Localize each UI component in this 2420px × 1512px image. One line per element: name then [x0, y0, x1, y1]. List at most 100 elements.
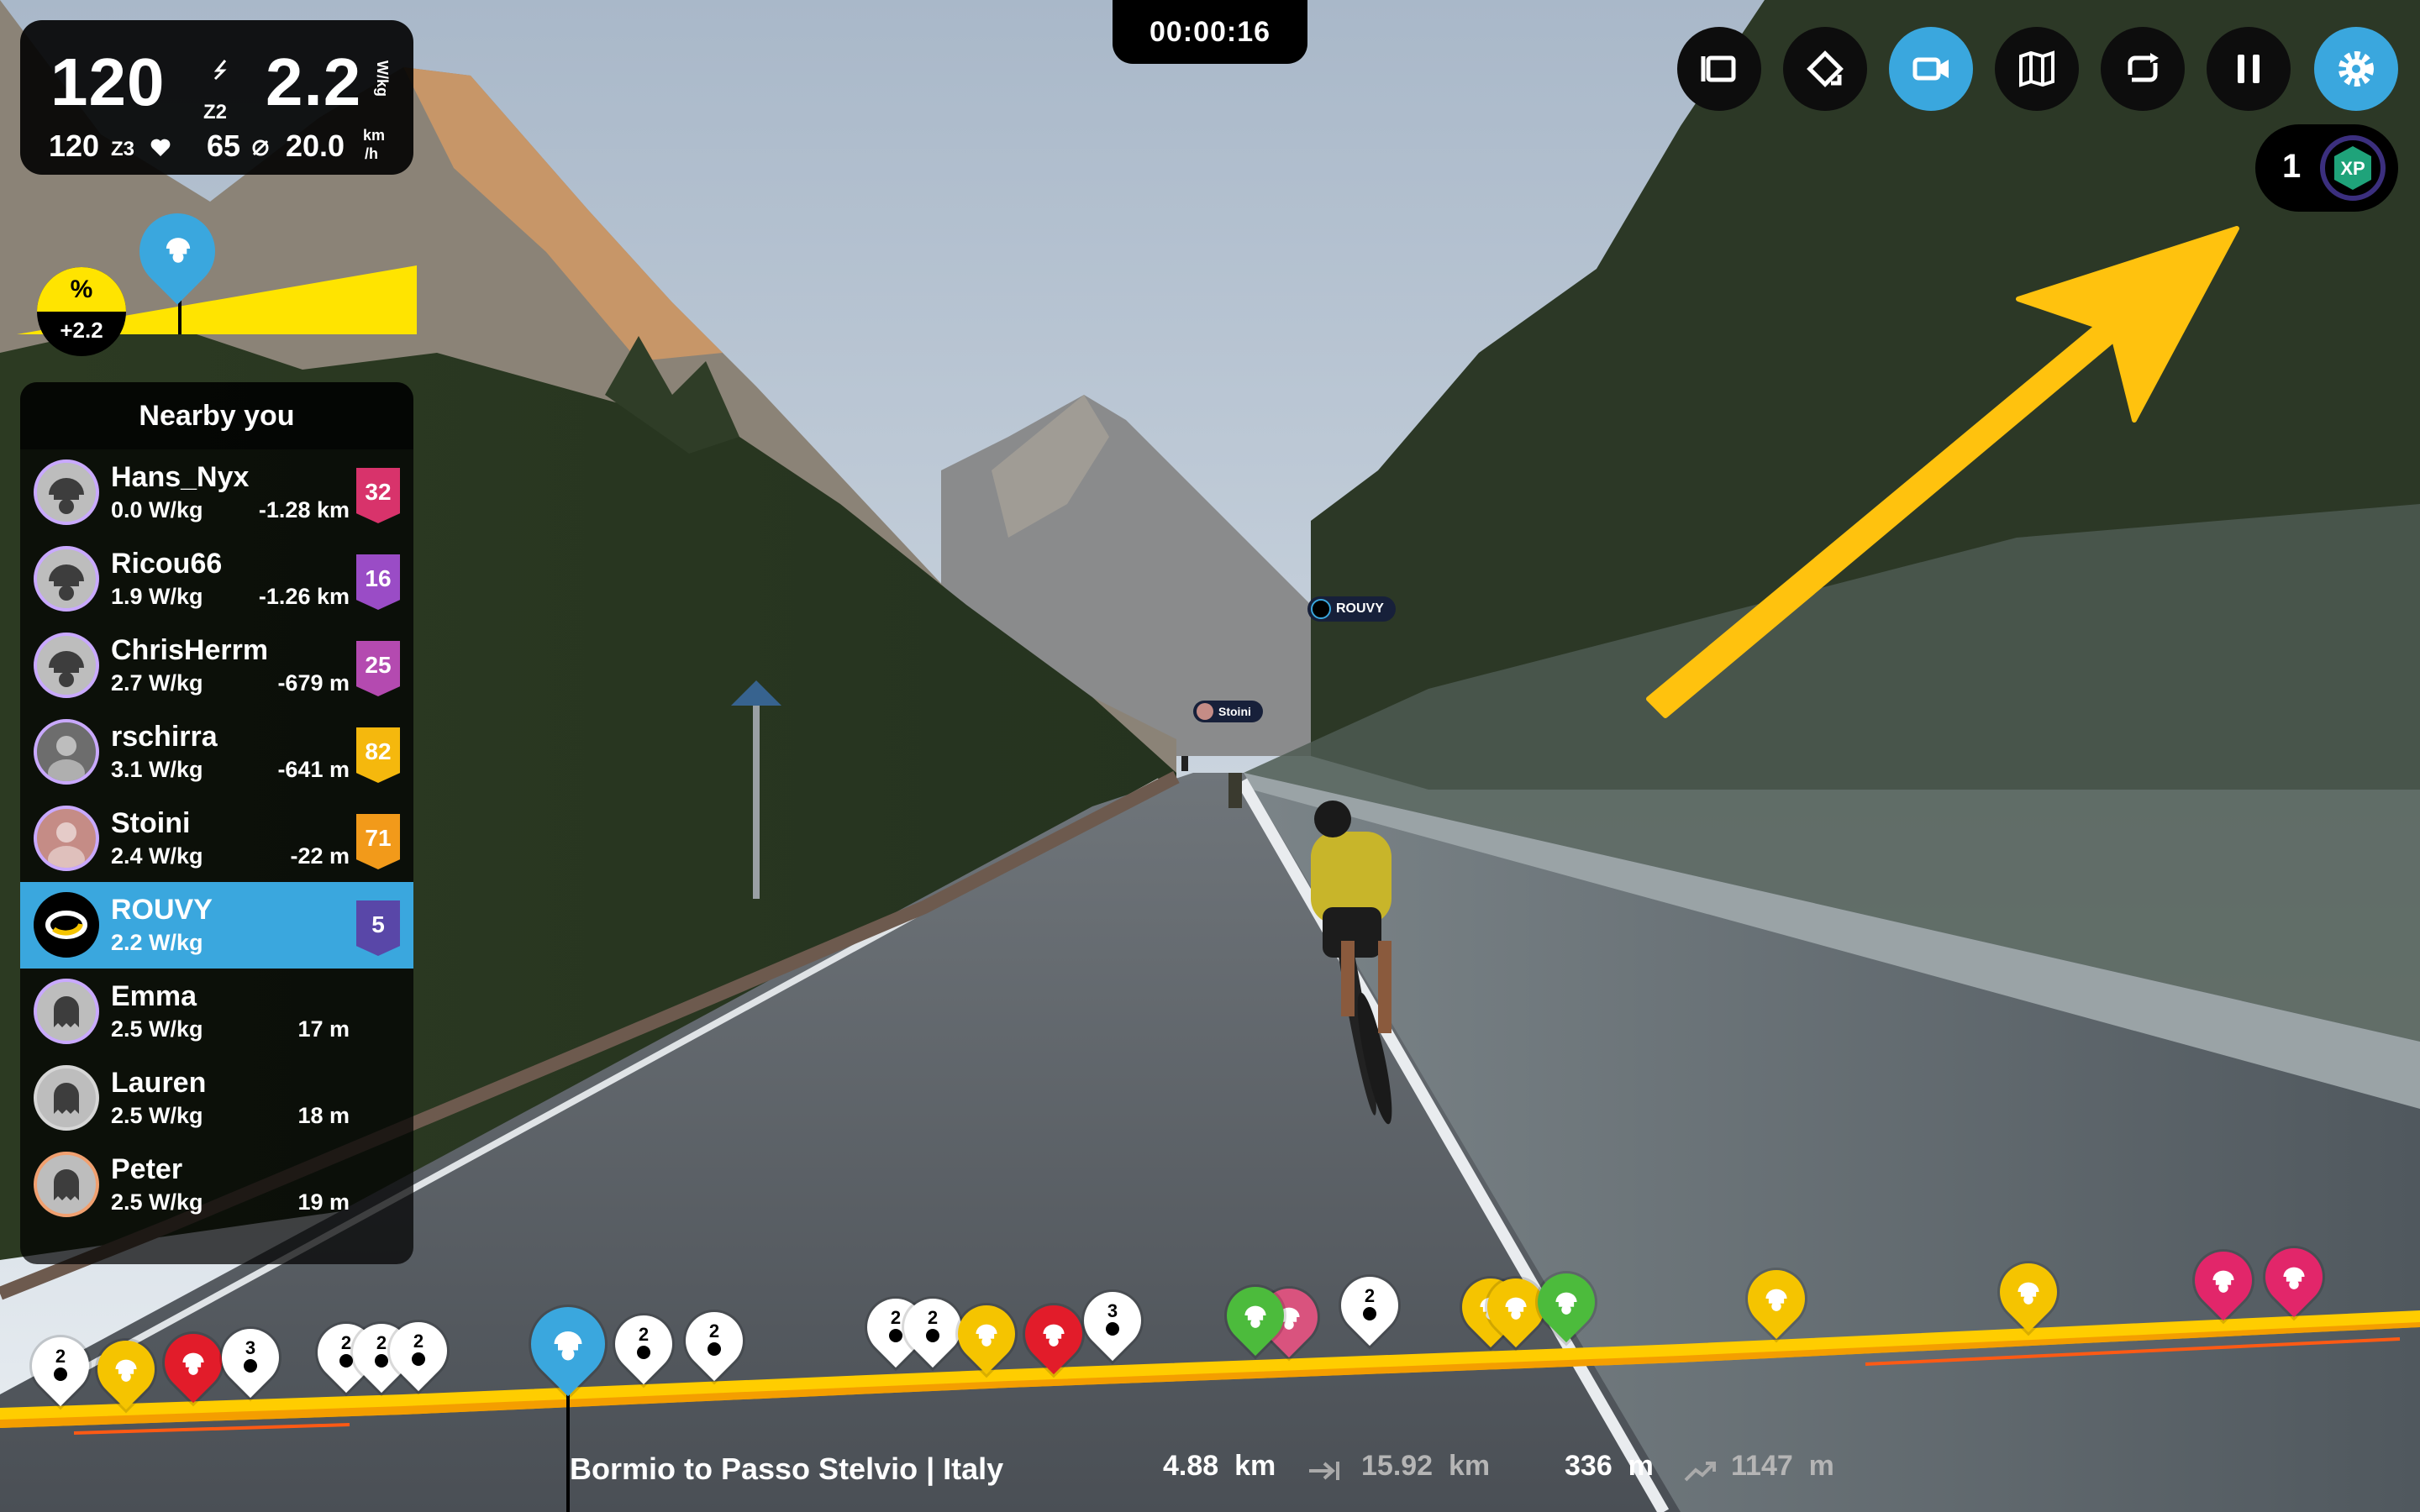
elapsed-timer: 00:00:16	[1113, 0, 1307, 64]
cadence-value: 65	[207, 129, 241, 163]
rider-face-icon	[244, 1359, 257, 1373]
nearby-rider-row[interactable]: Lauren 2.5 W/kg 18 m	[20, 1055, 413, 1142]
rider-distance: 17 m	[297, 1016, 350, 1042]
pause-button[interactable]	[2207, 27, 2291, 111]
camera-button[interactable]	[1889, 27, 1973, 111]
helmet-icon	[2212, 1270, 2234, 1293]
rider-route-marker: 2	[377, 1310, 460, 1399]
settings-button[interactable]	[2314, 27, 2398, 111]
rider-route-marker: 3	[209, 1316, 292, 1406]
rotate-view-button[interactable]	[1783, 27, 1867, 111]
speed-unit-km: km	[363, 127, 386, 144]
rider-route-marker	[1735, 1257, 1818, 1347]
rider-level-badge: 16	[356, 554, 400, 610]
helmet-icon	[2018, 1282, 2039, 1305]
rider-distance: 19 m	[297, 1189, 350, 1215]
rider-level-badge: 5	[356, 900, 400, 956]
rider-wkg: 2.5 W/kg	[111, 1016, 203, 1042]
screen-mode-button[interactable]	[1677, 27, 1761, 111]
loop-icon	[2128, 53, 2159, 82]
wkg-unit: W/kg	[374, 60, 391, 97]
power-value: 120	[50, 45, 166, 119]
gradient-badge: % +2.2	[37, 267, 126, 356]
rider-wkg: 0.0 W/kg	[111, 497, 203, 522]
group-count: 2	[638, 1324, 650, 1345]
rider-distance: 18 m	[297, 1103, 350, 1128]
nearby-rider-row[interactable]: ChrisHerrm 2.7 W/kg -679 m 25	[20, 622, 413, 709]
rider-distance: -22 m	[290, 843, 350, 869]
rider-route-marker	[1214, 1274, 1297, 1364]
xp-badge[interactable]: 1 XP	[2255, 124, 2398, 212]
elevation-total: 1147 m	[1731, 1450, 1834, 1482]
metrics-panel: 120 Z2 2.2 W/kg 120 Z3 65 20.0 km /h	[20, 20, 413, 175]
rider-route-marker	[1987, 1251, 2070, 1341]
rider-route-marker: 2	[19, 1325, 102, 1415]
rider-wkg: 2.5 W/kg	[111, 1103, 203, 1128]
rider-name: Hans_Nyx	[111, 461, 250, 493]
rider-route-marker: 2	[892, 1286, 974, 1376]
nearby-title: Nearby you	[20, 382, 413, 449]
nearby-rider-row[interactable]: Peter 2.5 W/kg 19 m	[20, 1142, 413, 1228]
xp-count: 1	[2282, 148, 2302, 185]
route-title: Bormio to Passo Stelvio | Italy	[570, 1452, 1004, 1486]
distance-total: 15.92 km	[1361, 1450, 1491, 1482]
rider-name: Lauren	[111, 1067, 207, 1099]
helmet-icon	[182, 1352, 204, 1375]
rider-face-icon	[637, 1346, 650, 1359]
map-icon	[2019, 50, 2054, 87]
rider-route-marker	[1525, 1261, 1607, 1351]
screen-mode-icon	[1701, 55, 1736, 82]
helmet-icon	[1043, 1324, 1065, 1347]
rider-tag-name: ROUVY	[1336, 601, 1384, 616]
group-count: 2	[413, 1331, 424, 1352]
rider-face-icon	[926, 1329, 939, 1342]
gradient-widget: % +2.2	[17, 197, 417, 361]
rouvy-logo-icon	[45, 911, 87, 939]
helmet-icon	[1765, 1289, 1787, 1311]
rider-avatar	[34, 633, 99, 698]
power-bolt-icon	[213, 60, 227, 81]
map-button[interactable]	[1995, 27, 2079, 111]
rider-distance: -1.28 km	[258, 497, 350, 522]
rider-level-badge: 32	[356, 468, 400, 523]
distance-arrow-icon	[1309, 1462, 1339, 1480]
rider-name: Peter	[111, 1153, 183, 1185]
nearby-rider-row[interactable]: Emma 2.5 W/kg 17 m	[20, 969, 413, 1055]
group-count: 3	[245, 1337, 256, 1358]
rider-route-marker	[85, 1328, 167, 1418]
rider-face-icon	[708, 1342, 721, 1356]
xp-label: XP	[2340, 158, 2365, 179]
rider-name: Ricou66	[111, 548, 223, 580]
rider-face-icon	[1106, 1322, 1119, 1336]
loop-button[interactable]	[2101, 27, 2185, 111]
nearby-rider-row[interactable]: rschirra 3.1 W/kg -641 m 82	[20, 709, 413, 795]
rider-distance: -641 m	[277, 757, 350, 782]
helmet-icon	[976, 1324, 997, 1347]
helmet-icon	[166, 238, 191, 263]
rider-tag-name: Stoini	[1218, 705, 1251, 718]
my-route-marker	[515, 1291, 621, 1399]
helmet-icon	[1244, 1305, 1266, 1328]
power-zone: Z2	[203, 101, 228, 123]
rotate-view-icon	[1807, 50, 1844, 87]
rider-face-icon	[1363, 1307, 1376, 1320]
nearby-rider-row[interactable]: Ricou66 1.9 W/kg -1.26 km 16	[20, 536, 413, 622]
speed-unit-h: /h	[365, 145, 378, 162]
rider-face-icon	[375, 1354, 388, 1368]
rouvy-logo-icon	[1311, 599, 1331, 619]
nearby-rider-row[interactable]: ROUVY 2.2 W/kg 5	[20, 882, 413, 969]
rider-name: rschirra	[111, 721, 218, 753]
rider-tag-stoini: Stoini	[1193, 701, 1263, 722]
xp-icon: XP	[2320, 135, 2386, 201]
elevation-trend-icon	[1684, 1462, 1716, 1482]
rider-level-badge: 25	[356, 641, 400, 696]
group-count: 3	[1107, 1300, 1118, 1321]
rider-distance: -679 m	[277, 670, 350, 696]
rider-wkg: 3.1 W/kg	[111, 757, 203, 782]
rider-avatar	[34, 806, 99, 871]
nearby-rider-row[interactable]: Hans_Nyx 0.0 W/kg -1.28 km 32	[20, 449, 413, 536]
nearby-rider-row[interactable]: Stoini 2.4 W/kg -22 m 71	[20, 795, 413, 882]
heart-rate-zone: Z3	[111, 138, 135, 160]
rider-wkg: 1.9 W/kg	[111, 584, 203, 609]
rider-route-marker: 2	[602, 1303, 685, 1393]
